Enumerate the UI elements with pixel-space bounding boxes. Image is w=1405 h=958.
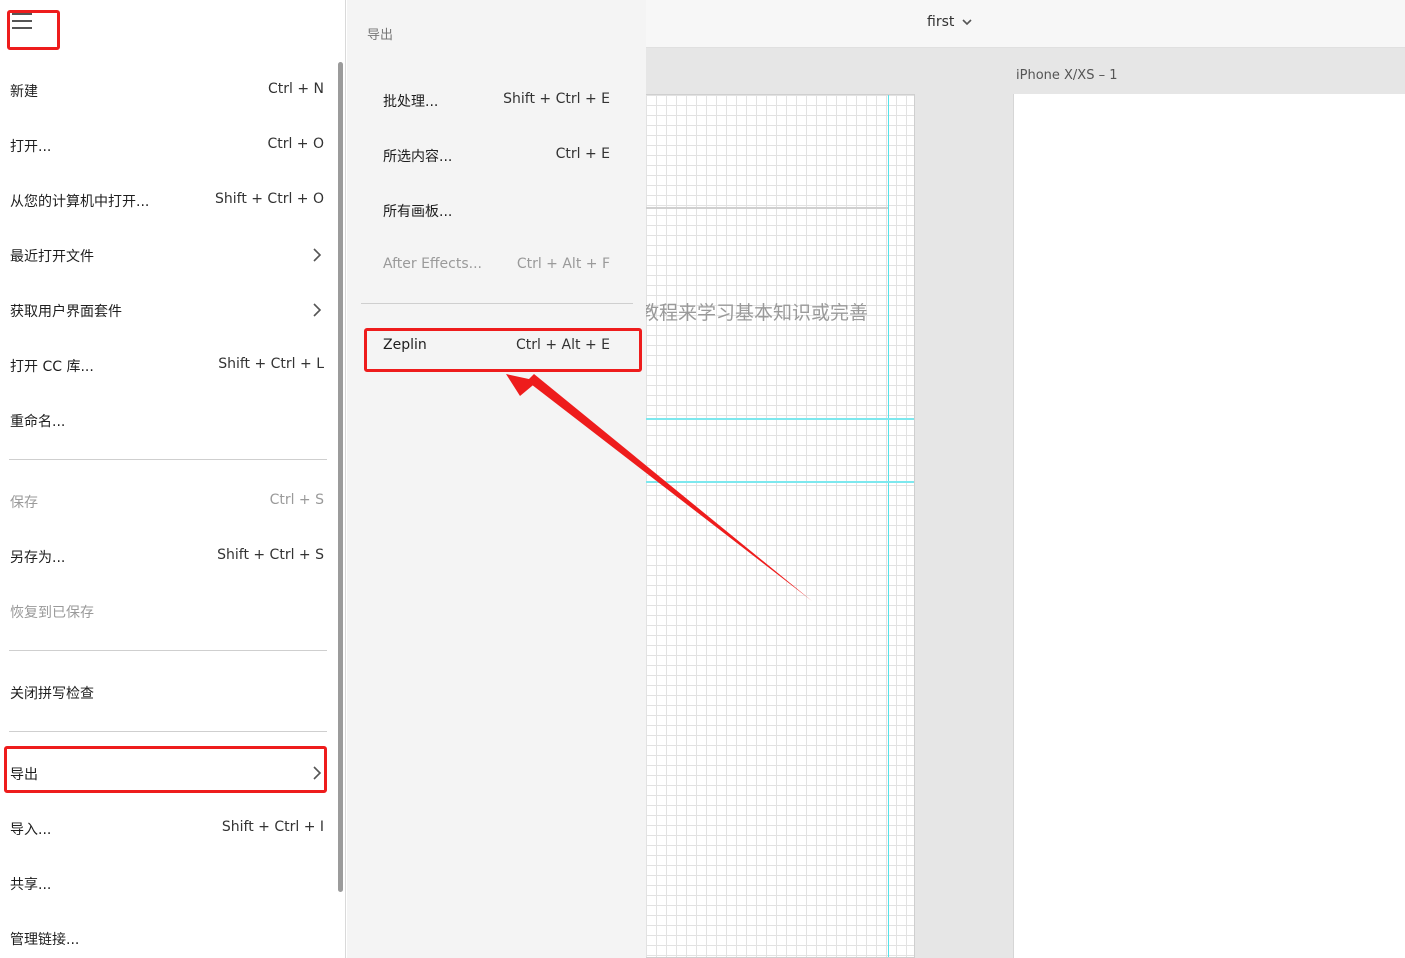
menu-item-shortcut: Ctrl + N (267, 81, 324, 97)
menu-item-shortcut: Shift + Ctrl + L (218, 356, 324, 372)
chevron-right-icon (313, 248, 322, 262)
submenu-item-selected[interactable]: 所选内容... Ctrl + E (347, 135, 646, 175)
submenu-title: 导出 (367, 28, 394, 43)
menu-item-share[interactable]: 共享... (0, 863, 336, 903)
vertical-guide[interactable] (888, 95, 889, 957)
artboard-grid[interactable]: 教程来学习基本知识或完善 (640, 94, 915, 958)
menu-item-label: 恢复到已保存 (10, 605, 94, 621)
menu-item-save[interactable]: 保存 Ctrl + S (0, 481, 336, 521)
menu-item-save-as[interactable]: 另存为... Shift + Ctrl + S (0, 536, 336, 576)
menu-divider (361, 303, 633, 304)
menu-item-label: 重命名... (10, 414, 66, 430)
menu-item-label: 另存为... (10, 550, 66, 566)
menu-item-label: 共享... (10, 877, 52, 893)
menu-item-shortcut: Ctrl + O (267, 136, 324, 152)
menu-item-label: After Effects... (383, 256, 483, 272)
menu-item-recent-files[interactable]: 最近打开文件 (0, 235, 336, 275)
menu-divider (9, 731, 327, 732)
chevron-right-icon (313, 766, 322, 780)
menu-item-export[interactable]: 导出 (0, 753, 336, 793)
menu-item-label: Zeplin (383, 337, 427, 353)
document-title[interactable]: first (927, 14, 954, 30)
submenu-item-after-effects[interactable]: After Effects... Ctrl + Alt + F (347, 245, 646, 285)
layout-divider-line (646, 207, 888, 209)
menu-item-rename[interactable]: 重命名... (0, 400, 336, 440)
menu-item-open-from-computer[interactable]: 从您的计算机中打开... Shift + Ctrl + O (0, 180, 336, 220)
submenu-item-batch[interactable]: 批处理... Shift + Ctrl + E (347, 80, 646, 120)
menu-item-label: 获取用户界面套件 (10, 304, 122, 320)
menu-item-open-cc-libraries[interactable]: 打开 CC 库... Shift + Ctrl + L (0, 345, 336, 385)
menu-item-spellcheck[interactable]: 关闭拼写检查 (0, 672, 336, 712)
document-title-bar: first (646, 0, 1405, 48)
menu-item-shortcut: Ctrl + Alt + E (516, 337, 610, 353)
menu-item-shortcut: Shift + Ctrl + E (503, 91, 610, 107)
hamburger-menu-icon[interactable] (12, 13, 34, 31)
menu-item-label: 新建 (10, 84, 38, 100)
menu-item-label: 批处理... (383, 94, 439, 110)
menu-item-shortcut: Shift + Ctrl + O (214, 191, 324, 207)
main-menu-panel: 新建 Ctrl + N 打开... Ctrl + O 从您的计算机中打开... … (0, 0, 346, 958)
menu-divider (9, 650, 327, 651)
menu-item-label: 打开... (10, 139, 52, 155)
artboard-iphone[interactable] (1013, 94, 1405, 958)
menu-item-label: 所有画板... (383, 204, 453, 220)
artboard-text[interactable]: 教程来学习基本知识或完善 (640, 298, 868, 325)
menu-item-label: 关闭拼写检查 (10, 686, 94, 702)
chevron-down-icon[interactable] (960, 14, 974, 30)
menu-item-label: 从您的计算机中打开... (10, 194, 150, 210)
menu-item-label: 保存 (10, 495, 38, 511)
design-canvas[interactable]: first 教程来学习基本知识或完善 iPhone X/XS – 1 (640, 0, 1405, 958)
menu-item-shortcut: Ctrl + Alt + F (516, 256, 610, 272)
menu-item-label: 管理链接... (10, 932, 80, 948)
artboard-label[interactable]: iPhone X/XS – 1 (1016, 68, 1118, 83)
menu-item-label: 最近打开文件 (10, 249, 94, 265)
menu-item-label: 导出 (10, 767, 38, 783)
submenu-item-all-artboards[interactable]: 所有画板... (347, 190, 646, 230)
menu-item-label: 打开 CC 库... (10, 359, 94, 375)
menu-item-open[interactable]: 打开... Ctrl + O (0, 125, 336, 165)
menu-item-ui-kits[interactable]: 获取用户界面套件 (0, 290, 336, 330)
menu-divider (9, 459, 327, 460)
menu-item-label: 所选内容... (383, 149, 453, 165)
menu-item-import[interactable]: 导入... Shift + Ctrl + I (0, 808, 336, 848)
menu-item-shortcut: Ctrl + S (269, 492, 324, 508)
chevron-right-icon (313, 303, 322, 317)
menu-item-label: 导入... (10, 822, 52, 838)
menu-item-revert-to-saved[interactable]: 恢复到已保存 (0, 591, 336, 631)
menu-item-shortcut: Shift + Ctrl + S (217, 547, 324, 563)
menu-item-shortcut: Ctrl + E (555, 146, 610, 162)
submenu-item-zeplin[interactable]: Zeplin Ctrl + Alt + E (347, 326, 646, 366)
horizontal-guide[interactable] (646, 418, 914, 420)
horizontal-guide[interactable] (646, 481, 914, 483)
menu-item-manage-links[interactable]: 管理链接... (0, 918, 336, 958)
menu-scrollbar[interactable] (338, 62, 343, 892)
menu-item-new[interactable]: 新建 Ctrl + N (0, 70, 336, 110)
menu-item-shortcut: Shift + Ctrl + I (221, 819, 324, 835)
export-submenu-panel: 导出 批处理... Shift + Ctrl + E 所选内容... Ctrl … (347, 0, 646, 958)
